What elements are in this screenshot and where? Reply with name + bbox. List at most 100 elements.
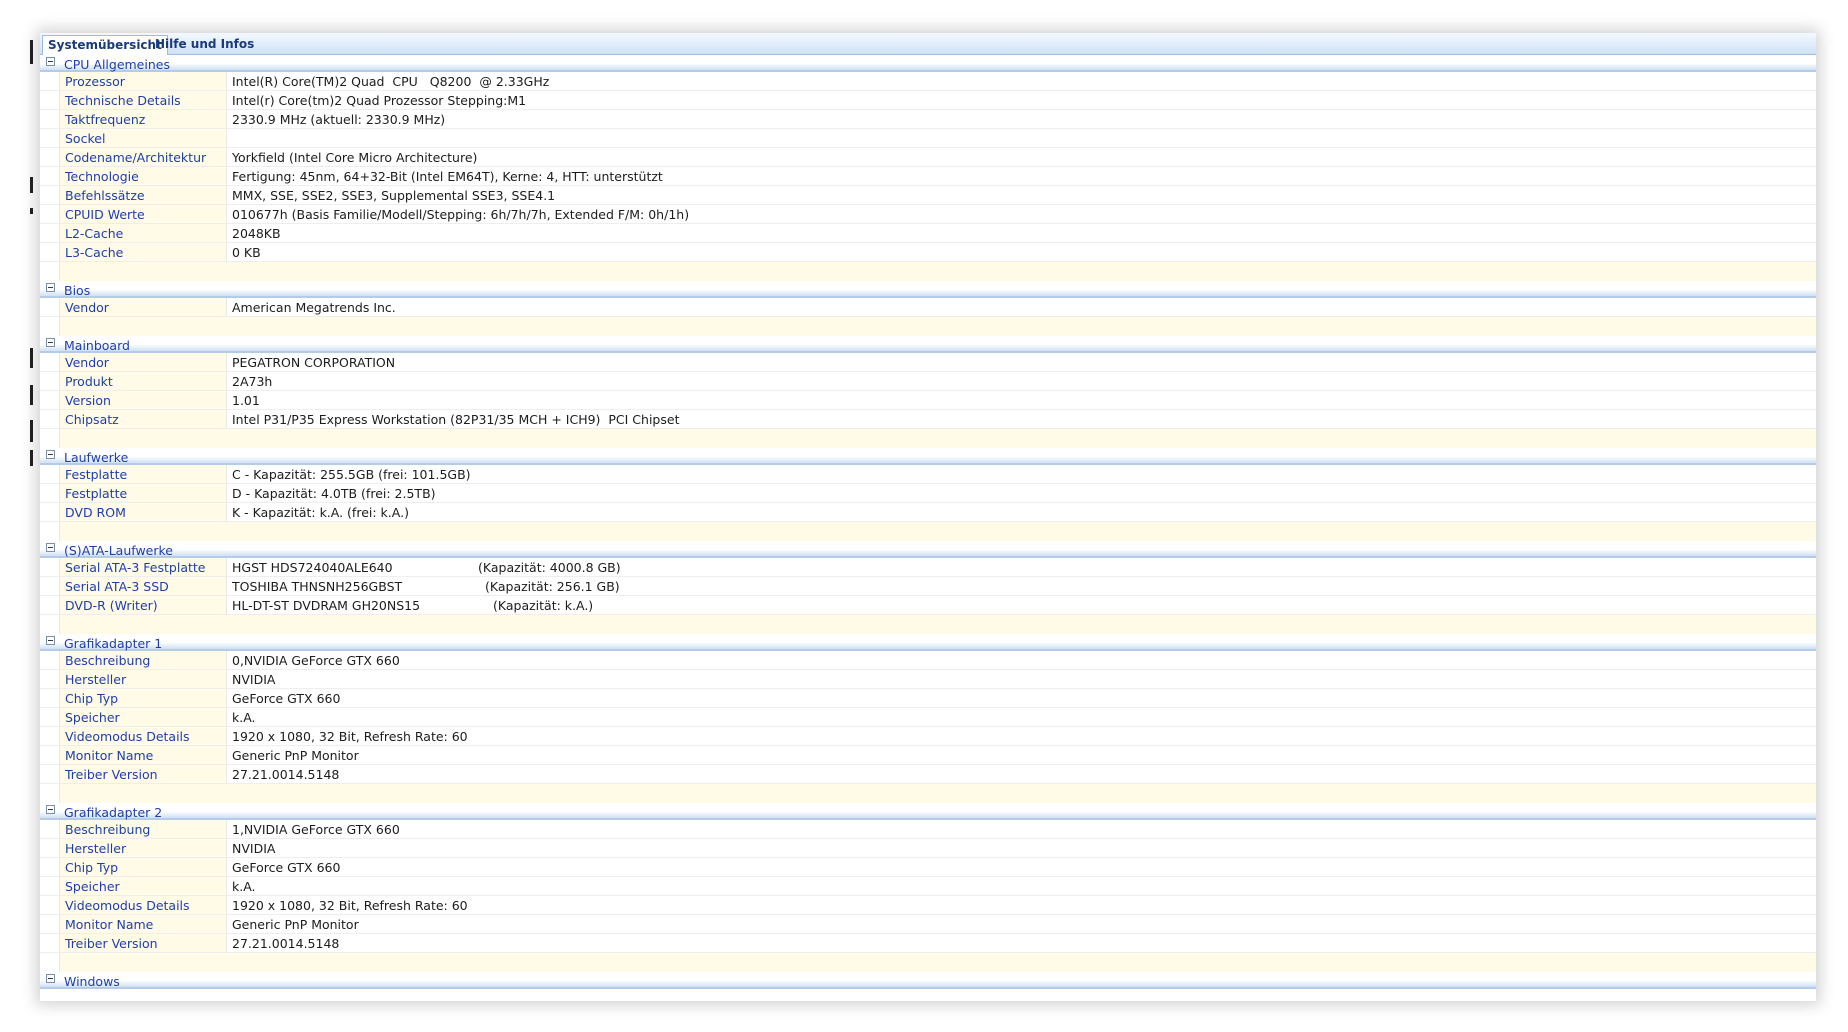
table-row: Treiber Version 27.21.0014.5148 — [40, 934, 1816, 953]
property-label: Codename/Architektur — [59, 148, 227, 166]
property-value: PEGATRON CORPORATION — [232, 355, 396, 370]
collapse-minus-icon[interactable] — [46, 543, 55, 552]
capacity-value: (Kapazität: 256.1 GB) — [485, 579, 620, 594]
info-tree: CPU Allgemeines Prozessor Intel(R) Core(TM… — [40, 55, 1816, 989]
property-label: Festplatte — [59, 484, 227, 502]
property-label: Monitor Name — [59, 915, 227, 933]
section-header-mainboard[interactable]: Mainboard — [40, 336, 1816, 353]
property-label: Hersteller — [59, 670, 227, 688]
section-title: Mainboard — [64, 338, 130, 353]
section-spacer — [59, 615, 1816, 634]
section-spacer — [59, 522, 1816, 541]
section-header-laufwerke[interactable]: Laufwerke — [40, 448, 1816, 465]
tab-systemuebersicht[interactable]: Systemübersicht — [42, 35, 168, 56]
property-value: American Megatrends Inc. — [232, 300, 396, 315]
section-spacer — [59, 317, 1816, 336]
property-label: Prozessor — [59, 72, 227, 90]
table-row: Technische Details Intel(r) Core(tm)2 Qua… — [40, 91, 1816, 110]
table-row: Beschreibung 0,NVIDIA GeForce GTX 660 — [40, 651, 1816, 670]
table-row: Treiber Version 27.21.0014.5148 — [40, 765, 1816, 784]
window-edge-marks — [30, 40, 36, 470]
property-label: Technologie — [59, 167, 227, 185]
property-label: Befehlssätze — [59, 186, 227, 204]
property-label: Produkt — [59, 372, 227, 390]
collapse-minus-icon[interactable] — [46, 636, 55, 645]
property-label: Serial ATA-3 SSD — [59, 577, 227, 595]
section-title: Grafikadapter 1 — [64, 636, 163, 651]
section-spacer — [59, 784, 1816, 803]
property-label: Version — [59, 391, 227, 409]
collapse-minus-icon[interactable] — [46, 338, 55, 347]
section-header-cpu-allgemeines[interactable]: CPU Allgemeines — [40, 55, 1816, 72]
section-title: Laufwerke — [64, 450, 129, 465]
section-header-bios[interactable]: Bios — [40, 281, 1816, 298]
table-row: Codename/Architektur Yorkfield (Intel Cor… — [40, 148, 1816, 167]
table-row: Monitor Name Generic PnP Monitor — [40, 746, 1816, 765]
section-header-grafikadapter-2[interactable]: Grafikadapter 2 — [40, 803, 1816, 820]
table-row: L2-Cache 2048KB — [40, 224, 1816, 243]
property-value: Fertigung: 45nm, 64+32-Bit (Intel EM64T)… — [232, 169, 663, 184]
capacity-value: (Kapazität: k.A.) — [493, 598, 594, 613]
property-value: HL-DT-ST DVDRAM GH20NS15 — [232, 598, 421, 613]
section-header-grafikadapter-1[interactable]: Grafikadapter 1 — [40, 634, 1816, 651]
property-value: 010677h (Basis Familie/Modell/Stepping: … — [232, 207, 690, 222]
property-label: Videomodus Details — [59, 896, 227, 914]
property-value: Intel P31/P35 Express Workstation (82P31… — [232, 412, 680, 427]
property-value: C - Kapazität: 255.5GB (frei: 101.5GB) — [232, 467, 471, 482]
property-value: 27.21.0014.5148 — [232, 936, 340, 951]
table-row: Videomodus Details 1920 x 1080, 32 Bit, R… — [40, 727, 1816, 746]
property-value: D - Kapazität: 4.0TB (frei: 2.5TB) — [232, 486, 436, 501]
property-value: 2048KB — [232, 226, 281, 241]
table-row: Serial ATA-3 SSD TOSHIBA THNSNH256GBST (Ka… — [40, 577, 1816, 596]
section-spacer — [59, 953, 1816, 972]
collapse-minus-icon[interactable] — [46, 805, 55, 814]
property-label: Chip Typ — [59, 858, 227, 876]
property-value: K - Kapazität: k.A. (frei: k.A.) — [232, 505, 409, 520]
section-title: Windows — [64, 974, 120, 989]
system-overview-window: Systemübersicht Hilfe und Infos CPU Allg… — [40, 33, 1816, 1001]
property-label: Chip Typ — [59, 689, 227, 707]
table-row: Vendor PEGATRON CORPORATION — [40, 353, 1816, 372]
table-row: Monitor Name Generic PnP Monitor — [40, 915, 1816, 934]
table-row: Videomodus Details 1920 x 1080, 32 Bit, R… — [40, 896, 1816, 915]
table-row: Chip Typ GeForce GTX 660 — [40, 689, 1816, 708]
table-row: Festplatte D - Kapazität: 4.0TB (frei: 2.… — [40, 484, 1816, 503]
property-value: 1920 x 1080, 32 Bit, Refresh Rate: 60 — [232, 729, 468, 744]
property-label: Beschreibung — [59, 820, 227, 838]
property-value: Intel(r) Core(tm)2 Quad Prozessor Steppi… — [232, 93, 527, 108]
table-row: Speicher k.A. — [40, 708, 1816, 727]
table-row: Sockel — [40, 129, 1816, 148]
section-spacer — [59, 429, 1816, 448]
table-row: Technologie Fertigung: 45nm, 64+32-Bit (I… — [40, 167, 1816, 186]
collapse-minus-icon[interactable] — [46, 57, 55, 66]
table-row: Festplatte C - Kapazität: 255.5GB (frei: … — [40, 465, 1816, 484]
property-value: MMX, SSE, SSE2, SSE3, Supplemental SSE3,… — [232, 188, 556, 203]
table-row: Chip Typ GeForce GTX 660 — [40, 858, 1816, 877]
section-header-windows[interactable]: Windows — [40, 972, 1816, 989]
property-value: 1920 x 1080, 32 Bit, Refresh Rate: 60 — [232, 898, 468, 913]
property-label: Sockel — [59, 129, 227, 147]
property-value: NVIDIA — [232, 841, 276, 856]
table-row: L3-Cache 0 KB — [40, 243, 1816, 262]
property-value: 0 KB — [232, 245, 261, 260]
property-label: DVD-R (Writer) — [59, 596, 227, 614]
property-label: DVD ROM — [59, 503, 227, 521]
collapse-minus-icon[interactable] — [46, 974, 55, 983]
property-label: Vendor — [59, 353, 227, 371]
property-value: Generic PnP Monitor — [232, 917, 359, 932]
property-label: Festplatte — [59, 465, 227, 483]
table-row: DVD-R (Writer) HL-DT-ST DVDRAM GH20NS15 (K… — [40, 596, 1816, 615]
property-label: L3-Cache — [59, 243, 227, 261]
table-row: Prozessor Intel(R) Core(TM)2 Quad CPU Q82… — [40, 72, 1816, 91]
property-value: GeForce GTX 660 — [232, 860, 341, 875]
property-label: Serial ATA-3 Festplatte — [59, 558, 227, 576]
tab-hilfe-und-infos[interactable]: Hilfe und Infos — [150, 35, 259, 54]
collapse-minus-icon[interactable] — [46, 283, 55, 292]
table-row: Befehlssätze MMX, SSE, SSE2, SSE3, Supple… — [40, 186, 1816, 205]
collapse-minus-icon[interactable] — [46, 450, 55, 459]
property-value: Yorkfield (Intel Core Micro Architecture… — [232, 150, 478, 165]
property-label: Hersteller — [59, 839, 227, 857]
property-value: 2A73h — [232, 374, 273, 389]
table-row: Produkt 2A73h — [40, 372, 1816, 391]
section-header-s-ata-laufwerke[interactable]: (S)ATA-Laufwerke — [40, 541, 1816, 558]
